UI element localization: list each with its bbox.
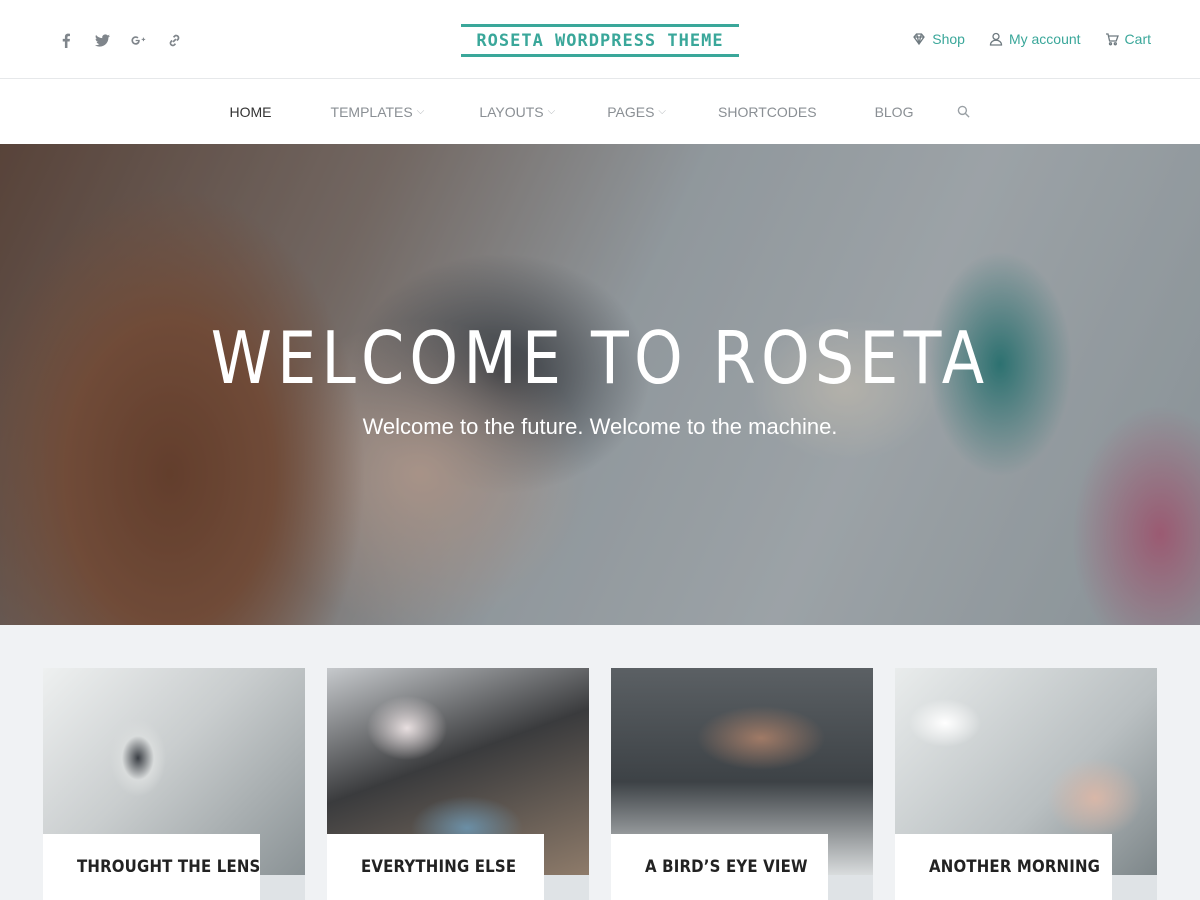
featured-cards: THROUGHT THE LENS EVERYTHING ELSE A BIRD… [0, 625, 1200, 900]
nav-label: LAYOUTS [479, 103, 544, 120]
nav-item-home[interactable]: HOME [230, 104, 272, 120]
shop-link[interactable]: Shop [912, 31, 965, 47]
hero-subtitle: Welcome to the future. Welcome to the ma… [362, 414, 838, 439]
card-title: A BIRD’S EYE VIEW [645, 857, 808, 877]
facebook-icon[interactable] [48, 30, 84, 50]
nav-item-shortcodes[interactable]: SHORTCODES [718, 104, 817, 120]
card[interactable]: THROUGHT THE LENS [43, 668, 305, 900]
google-plus-icon[interactable] [120, 30, 156, 50]
chevron-down-icon: ⌵ [416, 106, 425, 117]
cart-link[interactable]: Cart [1105, 31, 1151, 47]
nav-label: PAGES [607, 103, 655, 120]
nav-label: SHORTCODES [718, 103, 817, 120]
hero-banner: WELCOME TO ROSETA Welcome to the future.… [0, 144, 1200, 625]
card-title: THROUGHT THE LENS [77, 857, 261, 877]
search-icon [958, 105, 971, 118]
cart-label: Cart [1124, 31, 1151, 47]
nav-item-layouts[interactable]: LAYOUTS ⌵ [479, 104, 555, 120]
nav-label: TEMPLATES [330, 103, 413, 120]
nav-item-blog[interactable]: BLOG [875, 104, 914, 120]
my-account-label: My account [1008, 31, 1081, 47]
twitter-icon[interactable] [84, 30, 120, 50]
user-nav: Shop My account Cart [912, 31, 1151, 47]
card-title: EVERYTHING ELSE [361, 857, 517, 877]
diamond-icon [913, 33, 926, 46]
card-label: THROUGHT THE LENS [43, 834, 260, 900]
logo-text: ROSETA WORDPRESS THEME [476, 30, 724, 51]
hero-title: WELCOME TO ROSETA [210, 316, 990, 400]
nav-label: HOME [229, 103, 272, 120]
card[interactable]: ANOTHER MORNING [895, 668, 1157, 900]
card-label: A BIRD’S EYE VIEW [611, 834, 828, 900]
card[interactable]: EVERYTHING ELSE [327, 668, 589, 900]
nav-search-button[interactable] [957, 105, 971, 118]
shop-label: Shop [932, 31, 965, 47]
nav-label: BLOG [874, 103, 914, 120]
top-bar: ROSETA WORDPRESS THEME Shop My account C… [0, 0, 1200, 79]
site-logo[interactable]: ROSETA WORDPRESS THEME [461, 24, 739, 57]
card[interactable]: A BIRD’S EYE VIEW [611, 668, 873, 900]
nav-item-pages[interactable]: PAGES ⌵ [607, 104, 666, 120]
chevron-down-icon: ⌵ [547, 106, 556, 117]
user-icon [989, 32, 1003, 46]
main-nav: HOME TEMPLATES ⌵ LAYOUTS ⌵ PAGES ⌵ SHORT… [0, 79, 1200, 144]
card-label: ANOTHER MORNING [895, 834, 1112, 900]
nav-item-templates[interactable]: TEMPLATES ⌵ [331, 104, 425, 120]
card-label: EVERYTHING ELSE [327, 834, 544, 900]
card-title: ANOTHER MORNING [929, 857, 1101, 877]
cart-icon [1105, 33, 1119, 46]
link-icon[interactable] [156, 30, 192, 50]
my-account-link[interactable]: My account [989, 31, 1081, 47]
chevron-down-icon: ⌵ [658, 106, 667, 117]
social-links [48, 30, 192, 50]
